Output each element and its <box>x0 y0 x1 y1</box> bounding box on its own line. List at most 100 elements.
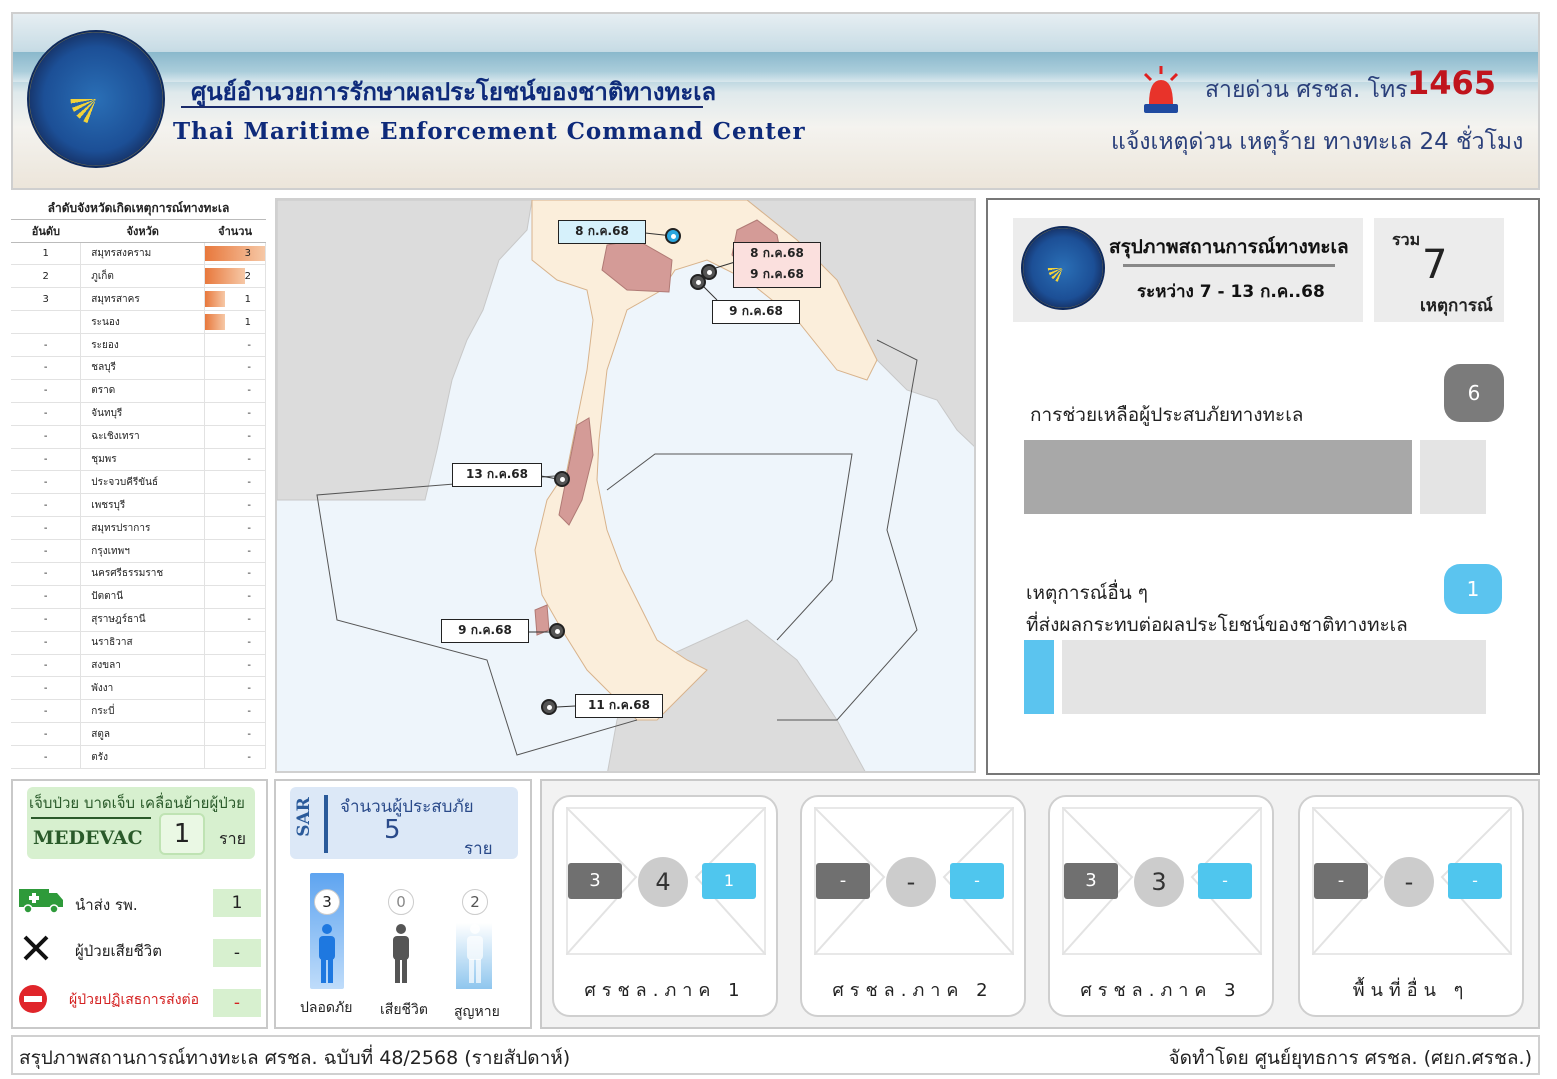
medevac-count: 1 <box>159 813 205 855</box>
total-count: 7 <box>1422 242 1448 288</box>
map-pin-6[interactable] <box>549 623 565 639</box>
sar-dead-label: เสียชีวิต <box>380 1002 428 1018</box>
map-label-4: 9 ก.ค.68 <box>712 300 800 324</box>
map-label-6: 9 ก.ค.68 <box>441 619 529 643</box>
region-right-count: - <box>1198 863 1252 899</box>
ranking-rank: - <box>11 654 82 678</box>
cross-icon <box>23 935 49 961</box>
region-card: 3 4 1 ศรชล.ภาค 1 <box>552 795 778 1017</box>
ranking-count: - <box>247 659 251 671</box>
other-bar-track <box>1024 640 1494 714</box>
ranking-count: 1 <box>244 293 251 305</box>
ranking-rank: - <box>11 722 82 747</box>
ranking-count-cell: - <box>204 470 266 495</box>
ranking-province: ปัตตานี <box>80 585 206 609</box>
ranking-rank: 2 <box>11 264 82 289</box>
ranking-count-cell: - <box>204 493 266 518</box>
ranking-province: จันทบุรี <box>80 402 206 426</box>
ranking-rank: - <box>11 470 82 495</box>
ranking-rank: 1 <box>11 242 82 266</box>
ranking-title: ลำดับจังหวัดเกิดเหตุการณ์ทางทะเล <box>11 196 266 220</box>
ranking-rank: - <box>11 608 82 632</box>
ranking-rank: - <box>11 493 82 518</box>
rescue-bar-track <box>1024 440 1494 514</box>
region-left-count: 3 <box>568 863 622 899</box>
province-ranking-table: ลำดับจังหวัดเกิดเหตุการณ์ทางทะเล อันดับ … <box>11 196 266 772</box>
sar-safe-label: ปลอดภัย <box>300 1000 353 1016</box>
sar-count: 5 <box>384 815 401 845</box>
map-pin-7[interactable] <box>541 699 557 715</box>
ranking-row: 1 สมุทรสงคราม 3 <box>11 242 266 266</box>
region-total: - <box>886 857 936 907</box>
ranking-row: - ชลบุรี - <box>11 356 266 380</box>
ranking-row: - ตราด - <box>11 379 266 403</box>
medevac-row-3-value: - <box>213 989 261 1017</box>
ranking-province: สมุทรสาคร <box>80 287 206 312</box>
medevac-card: เจ็บป่วย บาดเจ็บ เคลื่อนย้ายผู้ป่วย MEDE… <box>27 787 255 859</box>
region-card: - - - ศรชล.ภาค 2 <box>800 795 1026 1017</box>
medevac-row-2-label: ผู้ป่วยเสียชีวิต <box>75 942 162 960</box>
map-pin-3[interactable] <box>690 274 706 290</box>
ranking-province: ตราด <box>80 379 206 403</box>
person-dead-icon <box>393 924 409 983</box>
ranking-rank: - <box>11 379 82 403</box>
medevac-row-2-value: - <box>213 939 261 967</box>
map-pin-5[interactable] <box>554 471 570 487</box>
footer-report-title: สรุปภาพสถานการณ์ทางทะเล ศรชล. ฉบับที่ 48… <box>19 1047 571 1069</box>
ranking-count-cell: 1 <box>204 310 266 335</box>
region-label: ศรชล.ภาค 2 <box>832 980 994 1001</box>
ranking-header-row: อันดับ จังหวัด จำนวน <box>11 220 266 243</box>
ranking-grid: อันดับ จังหวัด จำนวน 1 สมุทรสงคราม 3 2 ภูเก็… <box>11 220 266 769</box>
ranking-count-cell: - <box>204 699 266 724</box>
ranking-row: - ตรัง - <box>11 745 266 769</box>
region-left-count: - <box>816 863 870 899</box>
ranking-rank: - <box>11 448 82 472</box>
regional-summary-panel: 3 4 1 ศรชล.ภาค 1- - - ศรชล.ภาค 2 3 3- ศรชล.ภาค 3-… <box>540 779 1540 1029</box>
ranking-count: - <box>247 362 251 374</box>
ranking-count: 1 <box>244 316 251 328</box>
ranking-row: - กระบี่ - <box>11 699 266 724</box>
ranking-rank: - <box>11 699 82 724</box>
ranking-row: ระนอง 1 <box>11 310 266 335</box>
incident-map: 8 ก.ค.68 8 ก.ค.68 9 ก.ค.68 9 ก.ค.68 13 ก… <box>275 198 976 773</box>
hotline-number: 1465 <box>1407 64 1497 102</box>
total-unit: เหตุการณ์ <box>1420 296 1493 316</box>
rescue-bar-fill <box>1024 440 1412 514</box>
ranking-count-cell: - <box>204 608 266 632</box>
region-right-count: - <box>1448 863 1502 899</box>
ranking-province: พังงา <box>80 676 206 701</box>
medevac-divider <box>31 817 151 819</box>
ranking-row: - ชุมพร - <box>11 448 266 472</box>
sar-tag: SAR <box>293 797 314 837</box>
ranking-count: - <box>247 476 251 488</box>
ambulance-icon <box>19 889 63 914</box>
other-count-badge: 1 <box>1444 564 1502 614</box>
map-pin-1[interactable] <box>665 228 681 244</box>
ranking-count-cell: - <box>204 539 266 563</box>
region-label: ศรชล.ภาค 1 <box>584 980 746 1001</box>
ranking-province: ฉะเชิงเทรา <box>80 425 206 449</box>
ranking-row: - สุราษฎร์ธานี - <box>11 608 266 632</box>
ranking-count: - <box>247 705 251 717</box>
other-bar-fill <box>1024 640 1054 714</box>
ranking-count: - <box>247 453 251 465</box>
ranking-count: - <box>247 637 251 649</box>
total-card: รวม 7 เหตุการณ์ <box>1374 218 1504 322</box>
ranking-row: 2 ภูเก็ต 2 <box>11 264 266 289</box>
sar-unit: ราย <box>464 839 493 859</box>
ranking-row: 3 สมุทรสาคร 1 <box>11 287 266 312</box>
other-label-line1: เหตุการณ์อื่น ๆ <box>1026 582 1149 604</box>
person-safe-icon <box>319 924 335 983</box>
title-underline <box>181 106 703 108</box>
ranking-count-bar <box>205 314 226 331</box>
map-label-7: 11 ก.ค.68 <box>575 694 663 718</box>
ranking-province: ระนอง <box>80 310 206 335</box>
medevac-row-3-label: ผู้ป่วยปฏิเสธการส่งต่อ <box>69 992 200 1008</box>
ranking-row: - พังงา - <box>11 676 266 701</box>
region-right-count: 1 <box>702 863 756 899</box>
summary-period: ระหว่าง 7 - 13 ก.ค..68 <box>1137 282 1325 302</box>
region-left-count: - <box>1314 863 1368 899</box>
ranking-rank: - <box>11 356 82 380</box>
ranking-rank: - <box>11 745 82 769</box>
medevac-row-1-value: 1 <box>213 889 261 917</box>
